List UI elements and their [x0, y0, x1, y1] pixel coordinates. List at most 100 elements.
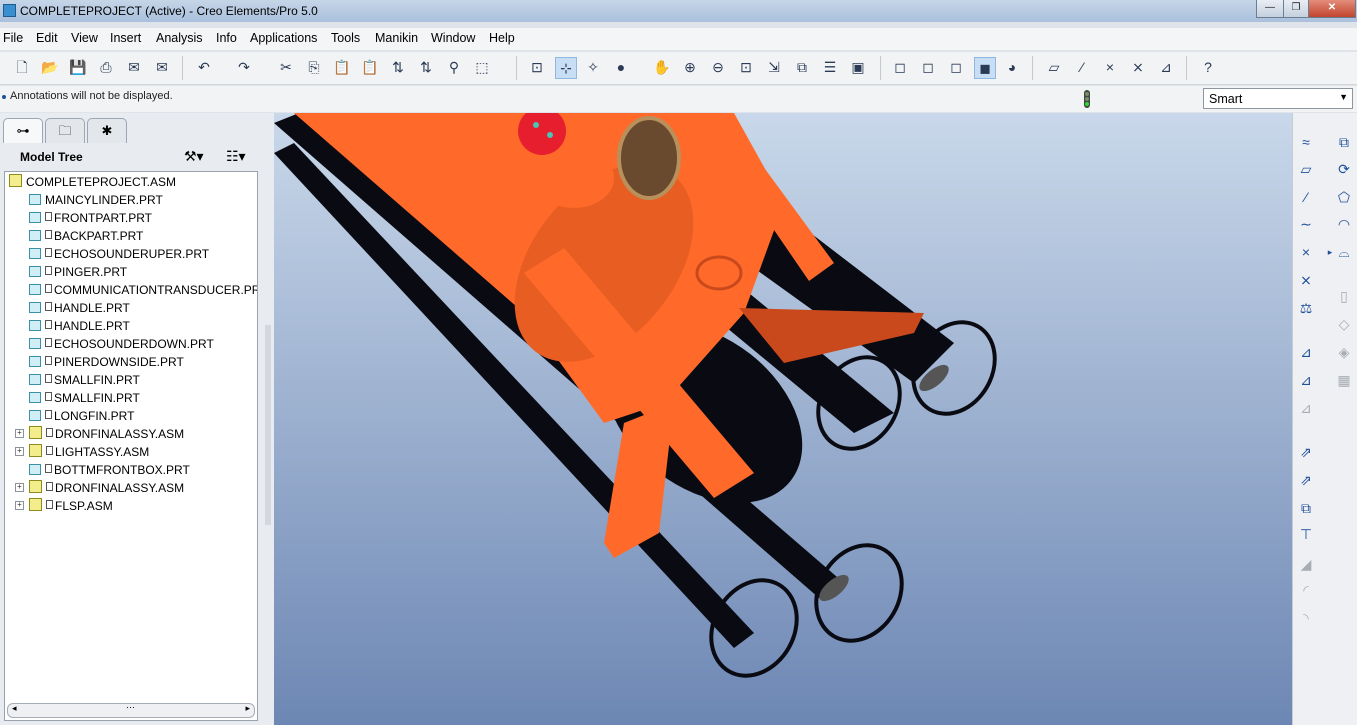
status-light-icon[interactable]	[1082, 89, 1092, 109]
tree-item[interactable]: + FLSP.ASM	[15, 497, 113, 515]
expand-icon[interactable]: +	[15, 483, 24, 492]
tree-item[interactable]: + DRONFINALASSY.ASM	[15, 425, 184, 443]
menu-edit[interactable]: Edit	[36, 31, 58, 45]
tree-root-item[interactable]: COMPLETEPROJECT.ASM	[9, 173, 176, 191]
email-link-icon[interactable]: ✉	[152, 57, 172, 77]
tree-item[interactable]: HANDLE.PRT	[29, 299, 130, 317]
expand-icon[interactable]: +	[15, 447, 24, 456]
new-file-icon[interactable]: 🗋	[12, 57, 32, 77]
menu-window[interactable]: Window	[431, 31, 475, 45]
menu-insert[interactable]: Insert	[110, 31, 141, 45]
tree-item[interactable]: SMALLFIN.PRT	[29, 371, 140, 389]
context-help-icon[interactable]: ?	[1198, 57, 1218, 77]
sweep-tool-icon[interactable]: ⬠	[1333, 186, 1355, 208]
expand-icon[interactable]: +	[15, 501, 24, 510]
menu-file[interactable]: File	[3, 31, 23, 45]
tree-item[interactable]: ECHOSOUNDERUPER.PRT	[29, 245, 209, 263]
datum-axis-tool-icon[interactable]: ⁄	[1295, 186, 1317, 208]
undo-icon[interactable]: ↶	[194, 57, 214, 77]
expand-icon[interactable]: +	[15, 429, 24, 438]
tree-item[interactable]: COMMUNICATIONTRANSDUCER.PRT	[29, 281, 257, 299]
menu-tools[interactable]: Tools	[331, 31, 360, 45]
extrude-tool-icon[interactable]: ⧉	[1333, 131, 1355, 153]
horizontal-scrollbar[interactable]: ◂ ⋯ ▸	[7, 702, 255, 718]
hidden-line-icon[interactable]: ◻	[918, 57, 938, 77]
save-icon[interactable]: 💾	[68, 57, 88, 77]
menu-help[interactable]: Help	[489, 31, 515, 45]
scroll-right-icon[interactable]: ▸	[245, 703, 250, 714]
wireframe-icon[interactable]: ◻	[890, 57, 910, 77]
find-binoculars-icon[interactable]: ⚲	[444, 57, 464, 77]
boundary-blend-icon[interactable]: ⌓	[1333, 241, 1355, 263]
pan-hand-icon[interactable]: ✋	[652, 57, 672, 77]
cut-icon[interactable]: ✂	[276, 57, 296, 77]
copy-icon[interactable]: ⎘	[304, 57, 324, 77]
tree-settings-icon[interactable]: ⚒▾	[184, 148, 204, 165]
tree-item[interactable]: BOTTMFRONTBOX.PRT	[29, 461, 190, 479]
tree-item[interactable]: ECHOSOUNDERDOWN.PRT	[29, 335, 214, 353]
datum-curve-tool-icon[interactable]: ∼	[1295, 213, 1317, 235]
menu-analysis[interactable]: Analysis	[156, 31, 203, 45]
tree-item[interactable]: SMALLFIN.PRT	[29, 389, 140, 407]
appearance-sphere-icon[interactable]: ●	[611, 57, 631, 77]
email-icon[interactable]: ✉	[124, 57, 144, 77]
reorient-icon[interactable]: ⇲	[764, 57, 784, 77]
paste-special-icon[interactable]: 📋	[360, 57, 380, 77]
tree-item[interactable]: HANDLE.PRT	[29, 317, 130, 335]
scroll-left-icon[interactable]: ◂	[12, 703, 17, 714]
view-orient-icon[interactable]: ⊡	[527, 57, 547, 77]
layers-icon[interactable]: ☰	[820, 57, 840, 77]
shading-icon[interactable]: ◼	[974, 57, 996, 79]
tree-columns-icon[interactable]: ☷▾	[226, 148, 246, 165]
tree-item[interactable]: FRONTPART.PRT	[29, 209, 152, 227]
minimize-button[interactable]: —	[1256, 0, 1284, 18]
csys-icon[interactable]: ⨯	[1128, 57, 1148, 77]
csys-tool-icon[interactable]: ⨯	[1295, 269, 1317, 291]
open-folder-icon[interactable]: 📂	[40, 57, 60, 77]
create-component-icon[interactable]: ⊿	[1295, 369, 1317, 391]
tab-model-tree[interactable]: ⊶	[3, 118, 43, 143]
redo-icon[interactable]: ↷	[234, 57, 254, 77]
analysis-tool-icon[interactable]: ⚖	[1295, 297, 1317, 319]
tab-folder-browser[interactable]: 🗀	[45, 118, 85, 143]
menu-info[interactable]: Info	[216, 31, 237, 45]
revolve-tool-icon[interactable]: ⟳	[1333, 158, 1355, 180]
zoom-out-icon[interactable]: ⊖	[708, 57, 728, 77]
tree-item[interactable]: + DRONFINALASSY.ASM	[15, 479, 184, 497]
regen-manager-icon[interactable]: ⇅	[416, 57, 436, 77]
datum-axes-icon[interactable]: ⁄	[1072, 57, 1092, 77]
paste-icon[interactable]: 📋	[332, 57, 352, 77]
enhanced-realism-icon[interactable]: ◕	[1002, 57, 1022, 77]
datum-points-icon[interactable]: ×	[1100, 57, 1120, 77]
saved-views-icon[interactable]: ⧉	[792, 57, 812, 77]
refit-icon[interactable]: ⊡	[736, 57, 756, 77]
copy-geometry-icon[interactable]: ⧉	[1295, 497, 1317, 519]
maximize-button[interactable]: ❐	[1283, 0, 1309, 18]
print-icon[interactable]: ⎙	[96, 57, 116, 77]
selection-filter-dropdown[interactable]: Smart ▼	[1203, 88, 1353, 109]
annotations-display-icon[interactable]: ⊿	[1156, 57, 1176, 77]
tree-item[interactable]: + LIGHTASSY.ASM	[15, 443, 149, 461]
insert-subassembly-icon[interactable]: ⇗	[1295, 469, 1317, 491]
spin-center-icon[interactable]: ⊹	[555, 57, 577, 79]
graphics-viewport[interactable]	[274, 113, 1292, 725]
tree-item[interactable]: MAINCYLINDER.PRT	[29, 191, 163, 209]
panel-splitter[interactable]	[265, 325, 271, 525]
cut-tool-icon[interactable]: ⊤	[1295, 523, 1317, 545]
menu-manikin[interactable]: Manikin	[375, 31, 418, 45]
zoom-in-icon[interactable]: ⊕	[680, 57, 700, 77]
tree-item[interactable]: BACKPART.PRT	[29, 227, 143, 245]
tree-item[interactable]: PINGER.PRT	[29, 263, 127, 281]
menu-applications[interactable]: Applications	[250, 31, 317, 45]
datum-point-tool-icon[interactable]: ×	[1295, 241, 1317, 263]
datum-plane-tool-icon[interactable]: ▱	[1295, 158, 1317, 180]
menu-view[interactable]: View	[71, 31, 98, 45]
no-hidden-icon[interactable]: ◻	[946, 57, 966, 77]
select-box-icon[interactable]: ⬚	[472, 57, 492, 77]
tree-item[interactable]: LONGFIN.PRT	[29, 407, 134, 425]
blend-tool-icon[interactable]: ◠	[1333, 213, 1355, 235]
view-manager-icon[interactable]: ▣	[848, 57, 868, 77]
assemble-tool-icon[interactable]: ⊿	[1295, 341, 1317, 363]
tab-favorites[interactable]: ✱	[87, 118, 127, 143]
close-button[interactable]: ✕	[1308, 0, 1356, 18]
